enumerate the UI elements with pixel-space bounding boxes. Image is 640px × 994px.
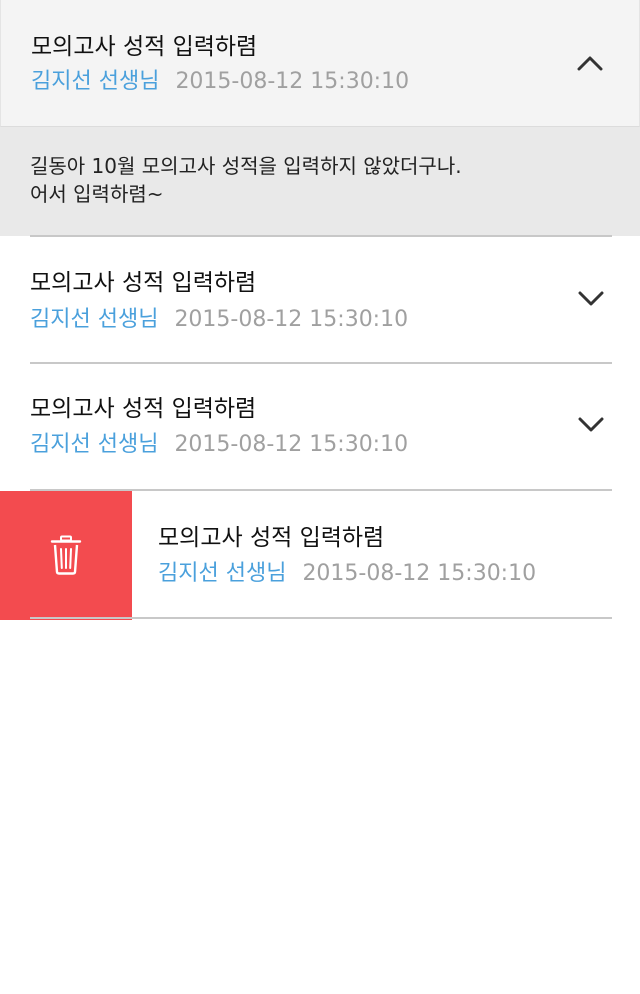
chevron-down-icon[interactable] [578,417,604,433]
notice-author: 김지선 선생님 [30,432,159,457]
notice-body: 길동아 10월 모의고사 성적을 입력하지 않았더구나. 어서 입력하렴~ [0,127,640,236]
notice-meta: 김지선 선생님 2015-08-12 15:30:10 [158,560,536,588]
notice-list-screen: 모의고사 성적 입력하렴 김지선 선생님 2015-08-12 15:30:10 … [0,0,640,994]
delete-button[interactable] [0,491,132,620]
trash-icon [50,535,82,575]
notice-title: 모의고사 성적 입력하렴 [30,396,257,422]
notice-author: 김지선 선생님 [30,307,159,332]
notice-meta: 김지선 선생님 2015-08-12 15:30:10 [30,306,408,334]
notice-item-expanded: 모의고사 성적 입력하렴 김지선 선생님 2015-08-12 15:30:10 … [0,0,640,236]
notice-title: 모의고사 성적 입력하렴 [30,270,257,296]
notice-meta: 김지선 선생님 2015-08-12 15:30:10 [31,68,409,96]
notice-date: 2015-08-12 15:30:10 [174,432,409,457]
notice-item-swiped[interactable]: 모의고사 성적 입력하렴 김지선 선생님 2015-08-12 15:30:10 [0,491,640,620]
notice-author: 김지선 선생님 [158,561,287,586]
notice-date: 2015-08-12 15:30:10 [302,561,537,586]
notice-body-text: 길동아 10월 모의고사 성적을 입력하지 않았더구나. 어서 입력하렴~ [30,154,462,206]
chevron-up-icon[interactable] [577,55,603,71]
chevron-down-icon[interactable] [578,291,604,307]
notice-item[interactable]: 모의고사 성적 입력하렴 김지선 선생님 2015-08-12 15:30:10 [0,237,640,363]
notice-date: 2015-08-12 15:30:10 [174,307,409,332]
notice-title: 모의고사 성적 입력하렴 [158,525,385,551]
notice-author: 김지선 선생님 [31,69,160,94]
divider [30,617,612,619]
notice-item[interactable]: 모의고사 성적 입력하렴 김지선 선생님 2015-08-12 15:30:10 [0,364,640,490]
notice-meta: 김지선 선생님 2015-08-12 15:30:10 [30,431,408,459]
notice-item-content[interactable]: 모의고사 성적 입력하렴 김지선 선생님 2015-08-12 15:30:10 [132,491,640,618]
notice-header[interactable]: 모의고사 성적 입력하렴 김지선 선생님 2015-08-12 15:30:10 [0,0,640,127]
notice-title: 모의고사 성적 입력하렴 [31,34,258,60]
notice-date: 2015-08-12 15:30:10 [175,69,410,94]
